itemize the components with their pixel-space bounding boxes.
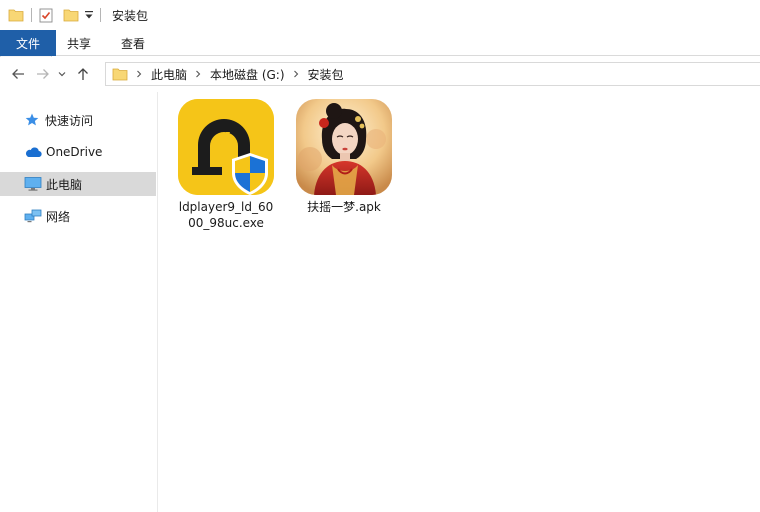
tab-view[interactable]: 查看 bbox=[106, 30, 160, 56]
up-button[interactable] bbox=[71, 62, 95, 86]
monitor-icon bbox=[24, 177, 42, 191]
ldplayer-app-icon bbox=[178, 99, 274, 195]
arrow-right-icon bbox=[37, 69, 49, 79]
sidebar-item-network[interactable]: 网络 bbox=[0, 204, 156, 228]
properties-checklist-icon[interactable] bbox=[39, 0, 53, 30]
network-icon bbox=[24, 209, 42, 223]
arrow-left-icon bbox=[12, 69, 24, 79]
tab-share[interactable]: 共享 bbox=[52, 30, 106, 56]
arrow-up-icon bbox=[78, 68, 88, 80]
breadcrumb-this-pc[interactable]: 此电脑 bbox=[151, 66, 187, 83]
title-bar: 安装包 bbox=[0, 0, 760, 30]
breadcrumb-separator-icon[interactable] bbox=[195, 70, 201, 78]
breadcrumb-separator-icon[interactable] bbox=[136, 70, 142, 78]
file-item[interactable]: 扶摇一梦.apk bbox=[290, 99, 398, 215]
chevron-down-icon bbox=[58, 72, 66, 77]
ribbon-tabs: 文件 主页 共享 查看 bbox=[0, 30, 760, 57]
back-button[interactable] bbox=[6, 62, 30, 86]
forward-button[interactable] bbox=[31, 62, 55, 86]
cloud-icon bbox=[25, 147, 42, 158]
toolbar-separator bbox=[31, 8, 32, 22]
sidebar-item-onedrive[interactable]: OneDrive bbox=[0, 140, 156, 164]
breadcrumb-separator-icon[interactable] bbox=[293, 70, 299, 78]
folder-icon bbox=[112, 68, 128, 81]
address-bar[interactable]: 此电脑 本地磁盘 (G:) 安装包 bbox=[105, 62, 760, 86]
navigation-bar: 此电脑 本地磁盘 (G:) 安装包 bbox=[0, 56, 760, 92]
sidebar-item-quick-access[interactable]: 快速访问 bbox=[0, 108, 156, 132]
star-pin-icon bbox=[25, 113, 39, 126]
sidebar-item-label: OneDrive bbox=[46, 145, 103, 159]
toolbar-separator bbox=[100, 8, 101, 22]
sidebar-item-label: 网络 bbox=[46, 209, 71, 224]
breadcrumb-drive[interactable]: 本地磁盘 (G:) bbox=[210, 66, 285, 83]
folder-icon[interactable] bbox=[8, 0, 24, 30]
new-folder-icon[interactable] bbox=[63, 0, 79, 30]
file-name-label: ldplayer9_ld_6000_98uc.exe bbox=[178, 200, 274, 230]
game-character-icon bbox=[296, 99, 392, 195]
recent-locations-button[interactable] bbox=[55, 62, 69, 86]
window-title: 安装包 bbox=[112, 8, 149, 23]
sidebar-item-this-pc[interactable]: 此电脑 bbox=[0, 172, 156, 196]
navigation-pane: 快速访问 OneDrive 此电脑 网络 bbox=[0, 92, 158, 512]
tab-file[interactable]: 文件 bbox=[0, 30, 56, 56]
customize-toolbar-dropdown-icon[interactable] bbox=[85, 0, 93, 30]
file-item[interactable]: ldplayer9_ld_6000_98uc.exe bbox=[172, 99, 280, 231]
sidebar-item-label: 快速访问 bbox=[45, 113, 94, 128]
sidebar-item-label: 此电脑 bbox=[46, 177, 83, 192]
file-name-label: 扶摇一梦.apk bbox=[307, 200, 381, 214]
breadcrumb-current-folder[interactable]: 安装包 bbox=[308, 66, 344, 83]
file-list-view: ldplayer9_ld_6000_98uc.exe 扶摇一梦.apk bbox=[159, 92, 760, 512]
